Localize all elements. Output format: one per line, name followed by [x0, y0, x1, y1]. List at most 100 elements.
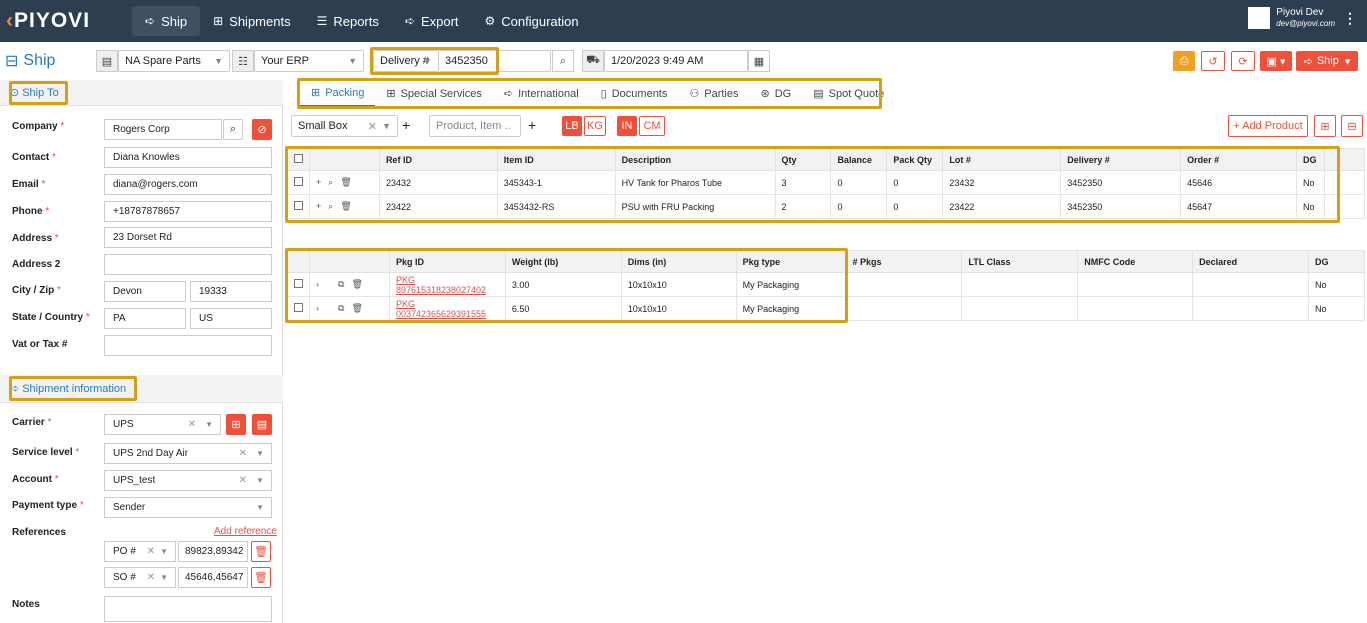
tab-dg[interactable]: ⊛ DG — [750, 80, 803, 107]
save-menu-button[interactable]: ▣ ▾ — [1260, 51, 1292, 71]
tab-spot-quote[interactable]: ▤ Spot Quote — [802, 80, 895, 107]
reference-value-input[interactable]: 45646,45647 — [178, 567, 248, 588]
account-select[interactable]: UPS_test ✕ ▼ — [104, 470, 272, 491]
history-button[interactable]: ↺ — [1201, 51, 1225, 71]
pkg-id-link[interactable]: PKG 897615318238027402 — [396, 275, 486, 295]
cell-pkg-dg: No — [1307, 296, 1366, 321]
box-type-select[interactable]: Small Box ✕ ▼ — [291, 115, 398, 137]
row-checkbox[interactable] — [287, 194, 310, 219]
col-num-pkgs: # Pkgs — [845, 250, 963, 273]
email-input[interactable]: diana@rogers.com — [104, 174, 272, 195]
select-all-checkbox[interactable] — [287, 148, 310, 171]
add-icon[interactable]: + — [316, 177, 321, 187]
unit-lb-button[interactable]: LB — [562, 116, 582, 136]
piyovi-logo[interactable]: ‹PIYOVI — [6, 9, 90, 33]
chevron-right-icon[interactable]: › — [316, 303, 319, 313]
cell-num-pkgs — [845, 296, 963, 321]
carrier-list-button[interactable]: ▤ — [252, 414, 272, 435]
chevron-right-icon[interactable]: › — [316, 279, 319, 289]
trash-icon[interactable]: 🗑 — [351, 279, 362, 289]
user-menu[interactable]: Piyovi Dev dev@piyovi.com ⋮ — [1248, 7, 1357, 29]
col-pkg-type: Pkg type — [735, 250, 847, 273]
reference-value-input[interactable]: 89823,89342 — [178, 541, 248, 562]
add-box-icon[interactable]: + — [402, 117, 410, 133]
packages-table: Pkg ID Weight (lb) Dims (in) Pkg type # … — [287, 250, 1366, 321]
search-icon[interactable]: ⌕ — [552, 50, 574, 72]
ship-date-input[interactable]: 1/20/2023 9:49 AM — [604, 50, 748, 72]
tab-special-services[interactable]: ⊞ Special Services — [375, 80, 493, 107]
tab-documents[interactable]: ▯ Documents — [590, 80, 679, 107]
delete-reference-button[interactable]: 🗑 — [251, 567, 271, 588]
location-select[interactable]: NA Spare Parts ▼ — [118, 50, 230, 72]
unit-kg-button[interactable]: KG — [584, 116, 606, 136]
cell-pack-qty[interactable]: 0 — [886, 170, 944, 195]
doc-type-select[interactable]: Delivery # ▼ — [373, 50, 439, 72]
state-input[interactable]: PA — [104, 308, 186, 329]
nav-export[interactable]: ➪ Export — [392, 6, 472, 36]
nav-shipments[interactable]: ⊞ Shipments — [200, 6, 303, 36]
row-checkbox[interactable] — [287, 272, 310, 297]
tab-parties[interactable]: ⚇ Parties — [678, 80, 749, 107]
reference-type-select[interactable]: SO # ✕ ▼ — [104, 567, 176, 588]
copy-icon[interactable]: ⧉ — [338, 303, 344, 313]
row-checkbox[interactable] — [287, 170, 310, 195]
phone-input[interactable]: +18787878657 — [104, 201, 272, 222]
vat-input[interactable] — [104, 335, 272, 356]
validate-address-button[interactable]: ⊘ — [252, 119, 272, 140]
carrier-select[interactable]: UPS ✕ ▼ — [104, 414, 221, 435]
add-icon[interactable]: + — [316, 201, 321, 211]
payment-select[interactable]: Sender ▼ — [104, 497, 272, 518]
trash-icon[interactable]: 🗑 — [351, 303, 362, 313]
more-icon[interactable]: ⋮ — [1343, 10, 1357, 27]
doc-number-input[interactable]: 3452350 — [439, 50, 551, 72]
cell-pack-qty[interactable]: 0 — [886, 194, 944, 219]
pkg-id-link[interactable]: PKG 003742365629391555 — [396, 299, 486, 319]
service-select[interactable]: UPS 2nd Day Air ✕ ▼ — [104, 443, 272, 464]
company-search-button[interactable]: ⌕ — [223, 119, 243, 140]
trash-icon[interactable]: 🗑 — [340, 201, 351, 211]
add-item-icon[interactable]: + — [528, 117, 536, 133]
zip-input[interactable]: 19333 — [190, 281, 272, 302]
nav-reports[interactable]: ☰ Reports — [304, 6, 392, 36]
delete-reference-button[interactable]: 🗑 — [251, 541, 271, 562]
nav-ship[interactable]: ➪ Ship — [132, 6, 201, 36]
trash-icon[interactable]: 🗑 — [340, 177, 351, 187]
ship-button[interactable]: ➪ Ship ▾ — [1296, 51, 1358, 71]
company-input[interactable]: Rogers Corp — [104, 119, 222, 140]
print-button[interactable]: ⎙ — [1173, 51, 1195, 71]
ship-to-header[interactable]: ⊙ Ship To — [0, 80, 283, 106]
unit-in-button[interactable]: IN — [617, 116, 637, 136]
cell-balance: 0 — [830, 194, 888, 219]
tab-international[interactable]: ➪ International — [493, 80, 590, 107]
location-icon: ▤ — [96, 50, 118, 72]
contact-input[interactable]: Diana Knowles — [104, 147, 272, 168]
product-search-input[interactable]: Product, Item .. — [429, 115, 521, 137]
city-input[interactable]: Devon — [104, 281, 186, 302]
erp-select[interactable]: Your ERP ▼ — [254, 50, 364, 72]
row-checkbox[interactable] — [287, 296, 310, 321]
nav-configuration[interactable]: ⚙ Configuration — [472, 6, 592, 36]
add-reference-link[interactable]: Add reference — [214, 526, 277, 537]
search-icon[interactable]: ⌕ — [328, 177, 333, 187]
unit-cm-button[interactable]: CM — [639, 116, 665, 136]
reference-type-select[interactable]: PO # ✕ ▼ — [104, 541, 176, 562]
notes-textarea[interactable] — [104, 596, 272, 622]
address-input[interactable]: 23 Dorset Rd — [104, 227, 272, 248]
copy-icon[interactable]: ⧉ — [338, 279, 344, 289]
user-name: Piyovi Dev — [1276, 7, 1324, 18]
box-button[interactable]: ⊟ — [1341, 115, 1363, 137]
carrier-rates-button[interactable]: ⊞ — [226, 414, 246, 435]
calendar-icon[interactable]: ▦ — [748, 50, 770, 72]
top-navbar: ‹PIYOVI ➪ Ship ⊞ Shipments ☰ Reports ➪ Expor… — [0, 0, 1367, 42]
search-icon: ⌕ — [229, 123, 237, 135]
refresh-button[interactable]: ⟳ — [1231, 51, 1255, 71]
address2-input[interactable] — [104, 254, 272, 275]
add-product-button[interactable]: + Add Product — [1228, 115, 1308, 137]
shipment-info-header[interactable]: ➪ Shipment information — [0, 375, 283, 403]
search-icon[interactable]: ⌕ — [328, 201, 333, 211]
international-icon: ➪ — [503, 88, 514, 100]
tab-packing[interactable]: ⊞ Packing — [300, 80, 376, 107]
country-input[interactable]: US — [190, 308, 272, 329]
pack-button[interactable]: ⊞ — [1314, 115, 1336, 137]
main-nav: ➪ Ship ⊞ Shipments ☰ Reports ➪ Export ⚙ Confi… — [132, 6, 592, 36]
